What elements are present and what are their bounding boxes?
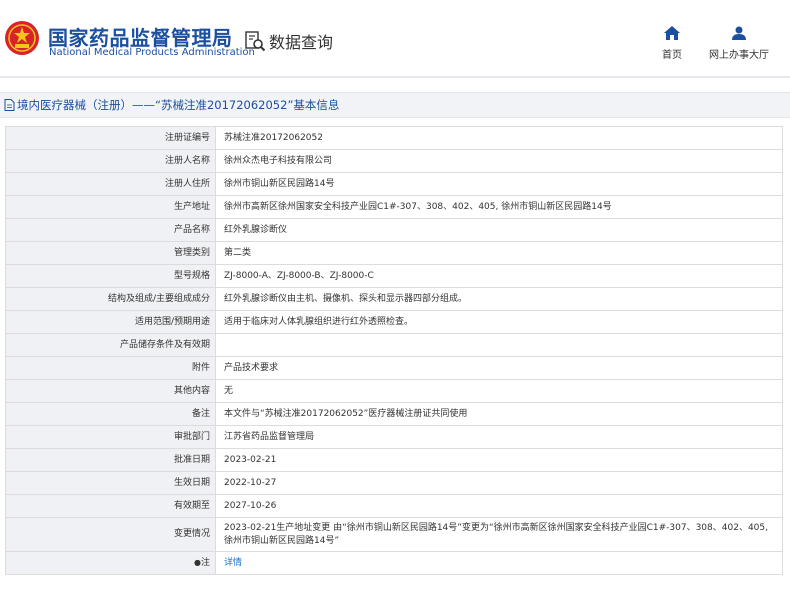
row-value xyxy=(215,333,783,357)
table-row: 注册证编号 苏械注准20172062052 xyxy=(5,126,783,150)
table-row: 附件 产品技术要求 xyxy=(5,356,783,380)
row-value: 苏械注准20172062052 xyxy=(215,126,783,150)
row-label: 注册证编号 xyxy=(5,126,216,150)
table-row: 有效期至 2027-10-26 xyxy=(5,494,783,518)
row-value: 徐州众杰电子科技有限公司 xyxy=(215,149,783,173)
row-value: 徐州市铜山新区民园路14号 xyxy=(215,172,783,196)
nav-home-label: 首页 xyxy=(662,50,682,61)
registration-info-table: 注册证编号 苏械注准20172062052 注册人名称 徐州众杰电子科技有限公司… xyxy=(5,126,783,575)
table-row: 备注 本文件与“苏械注准20172062052”医疗器械注册证共同使用 xyxy=(5,402,783,426)
bullet-icon: ● xyxy=(194,558,201,567)
row-value: 本文件与“苏械注准20172062052”医疗器械注册证共同使用 xyxy=(215,402,783,426)
row-label: 型号规格 xyxy=(5,264,216,288)
user-icon xyxy=(732,26,746,40)
row-label: 其他内容 xyxy=(5,379,216,403)
row-value: 红外乳腺诊断仪 xyxy=(215,218,783,242)
table-row: 注册人住所 徐州市铜山新区民园路14号 xyxy=(5,172,783,196)
row-value: ZJ-8000-A、ZJ-8000-B、ZJ-8000-C xyxy=(215,264,783,288)
row-label: 管理类别 xyxy=(5,241,216,265)
row-label: 产品名称 xyxy=(5,218,216,242)
row-label: 审批部门 xyxy=(5,425,216,449)
row-value: 2023-02-21 xyxy=(215,448,783,472)
row-label: 结构及组成/主要组成成分 xyxy=(5,287,216,311)
row-value: 2022-10-27 xyxy=(215,471,783,495)
table-row: 产品名称 红外乳腺诊断仪 xyxy=(5,218,783,242)
table-row: 结构及组成/主要组成成分 红外乳腺诊断仪由主机、摄像机、探头和显示器四部分组成。 xyxy=(5,287,783,311)
table-row: 审批部门 江苏省药品监督管理局 xyxy=(5,425,783,449)
row-label: 注册人住所 xyxy=(5,172,216,196)
nav-online-office-button[interactable]: 网上办事大厅 xyxy=(706,26,772,61)
table-row: 生效日期 2022-10-27 xyxy=(5,471,783,495)
row-value: 无 xyxy=(215,379,783,403)
row-value: 适用于临床对人体乳腺组织进行红外透照检查。 xyxy=(215,310,783,334)
row-label: 有效期至 xyxy=(5,494,216,518)
row-value: 详情 xyxy=(215,551,783,575)
row-label: 备注 xyxy=(5,402,216,426)
table-row: 产品储存条件及有效期 xyxy=(5,333,783,357)
header-divider xyxy=(0,76,790,78)
row-value: 红外乳腺诊断仪由主机、摄像机、探头和显示器四部分组成。 xyxy=(215,287,783,311)
row-value: 徐州市高新区徐州国家安全科技产业园C1#-307、308、402、405, 徐州… xyxy=(215,195,783,219)
row-label: 适用范围/预期用途 xyxy=(5,310,216,334)
document-icon xyxy=(4,99,15,111)
row-label: 产品储存条件及有效期 xyxy=(5,333,216,357)
table-row: 注册人名称 徐州众杰电子科技有限公司 xyxy=(5,149,783,173)
document-search-icon xyxy=(245,31,266,52)
table-row: 型号规格 ZJ-8000-A、ZJ-8000-B、ZJ-8000-C xyxy=(5,264,783,288)
nav-online-office-label: 网上办事大厅 xyxy=(709,50,769,61)
table-row: ●注 详情 xyxy=(5,551,783,575)
table-row: 适用范围/预期用途 适用于临床对人体乳腺组织进行红外透照检查。 xyxy=(5,310,783,334)
row-value: 产品技术要求 xyxy=(215,356,783,380)
data-query-title: 数据查询 xyxy=(244,30,333,52)
table-row: 变更情况 2023-02-21生产地址变更 由“徐州市铜山新区民园路14号”变更… xyxy=(5,517,783,552)
row-label: 附件 xyxy=(5,356,216,380)
row-value: 2023-02-21生产地址变更 由“徐州市铜山新区民园路14号”变更为“徐州市… xyxy=(215,517,783,552)
nav-home-button[interactable]: 首页 xyxy=(659,26,685,61)
row-label: 变更情况 xyxy=(5,517,216,552)
row-label: 批准日期 xyxy=(5,448,216,472)
note-label-text: 注 xyxy=(200,558,210,568)
breadcrumb-text: 境内医疗器械（注册）——“苏械注准20172062052”基本信息 xyxy=(17,98,340,112)
row-value: 2027-10-26 xyxy=(215,494,783,518)
row-label: 生效日期 xyxy=(5,471,216,495)
table-row: 生产地址 徐州市高新区徐州国家安全科技产业园C1#-307、308、402、40… xyxy=(5,195,783,219)
breadcrumb: 境内医疗器械（注册）——“苏械注准20172062052”基本信息 xyxy=(0,92,790,118)
details-link[interactable]: 详情 xyxy=(224,558,242,568)
row-label: 注册人名称 xyxy=(5,149,216,173)
site-logo-subtitle: National Medical Products Administration xyxy=(49,47,255,58)
home-icon xyxy=(664,26,680,40)
row-value: 江苏省药品监督管理局 xyxy=(215,425,783,449)
row-value: 第二类 xyxy=(215,241,783,265)
table-row: 管理类别 第二类 xyxy=(5,241,783,265)
site-header: 国家药品监督管理局 National Medical Products Admi… xyxy=(0,0,790,76)
data-query-label: 数据查询 xyxy=(269,33,334,52)
note-row-label: ●注 xyxy=(5,551,216,575)
row-label: 生产地址 xyxy=(5,195,216,219)
table-row: 其他内容 无 xyxy=(5,379,783,403)
national-emblem-icon xyxy=(5,21,39,55)
table-row: 批准日期 2023-02-21 xyxy=(5,448,783,472)
